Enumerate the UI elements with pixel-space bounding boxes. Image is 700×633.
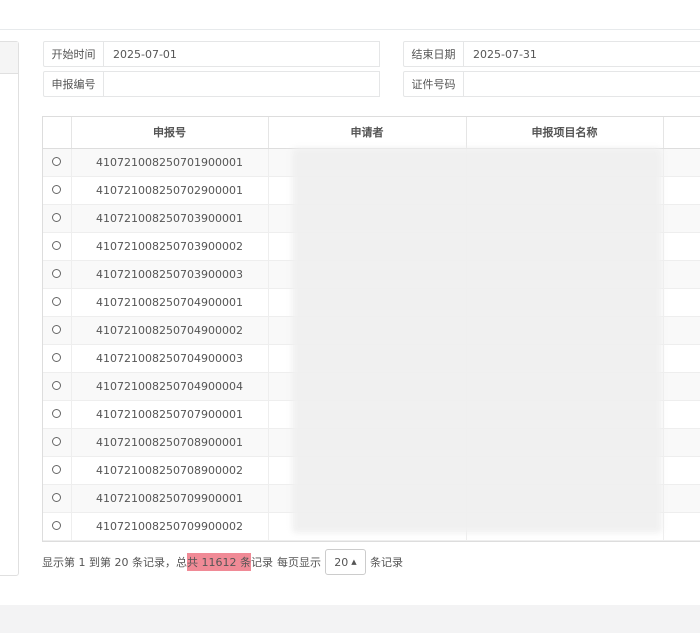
row-code: 410721008250703900003 <box>71 260 269 289</box>
left-side-panel <box>0 41 19 576</box>
row-code: 410721008250701900001 <box>71 148 269 177</box>
row-code: 410721008250704900001 <box>71 288 269 317</box>
end-date-input[interactable]: 2025-07-31 <box>464 41 700 67</box>
certificate-number-group: 证件号码 <box>403 71 700 97</box>
start-date-input[interactable]: 2025-07-01 <box>104 41 380 67</box>
pagination-total-highlight: 共 11612 条 <box>186 553 251 571</box>
row-radio[interactable] <box>52 240 62 250</box>
row-code: 410721008250709900001 <box>71 484 269 513</box>
row-radio[interactable] <box>52 296 62 306</box>
row-radio[interactable] <box>52 156 62 166</box>
end-date-group: 结束日期 2025-07-31 <box>403 41 700 67</box>
row-radio[interactable] <box>52 268 62 278</box>
row-code: 410721008250703900001 <box>71 204 269 233</box>
column-header-code[interactable]: 申报号 <box>71 117 269 149</box>
page-size-dropdown[interactable]: 20 ▲ <box>324 549 366 575</box>
row-radio[interactable] <box>52 492 62 502</box>
row-radio[interactable] <box>52 436 62 446</box>
start-date-group: 开始时间 2025-07-01 <box>43 41 380 67</box>
left-panel-header <box>0 42 18 74</box>
row-code: 410721008250704900003 <box>71 344 269 373</box>
row-code: 410721008250704900004 <box>71 372 269 401</box>
row-radio[interactable] <box>52 352 62 362</box>
row-radio[interactable] <box>52 464 62 474</box>
declaration-code-label: 申报编号 <box>43 71 104 97</box>
row-radio[interactable] <box>52 212 62 222</box>
records-label: 条记录 <box>369 556 403 569</box>
certificate-number-input[interactable] <box>464 71 700 97</box>
caret-up-icon: ▲ <box>351 558 357 566</box>
redacted-content-overlay <box>292 148 662 533</box>
end-date-label: 结束日期 <box>403 41 464 67</box>
footer-bar <box>0 605 700 633</box>
per-page-label: 每页显示 <box>276 556 321 569</box>
pagination-suffix: 记录 <box>250 556 273 569</box>
row-code: 410721008250709900002 <box>71 512 269 541</box>
pagination-prefix: 显示第 1 到第 20 条记录，总 <box>42 556 187 569</box>
row-radio[interactable] <box>52 520 62 530</box>
column-header-applicant[interactable]: 申请者 <box>268 117 467 149</box>
row-code: 410721008250708900002 <box>71 456 269 485</box>
row-radio[interactable] <box>52 380 62 390</box>
select-column-header <box>43 117 72 149</box>
certificate-number-label: 证件号码 <box>403 71 464 97</box>
table-header-row: 申报号 申请者 申报项目名称 <box>43 117 700 149</box>
row-radio[interactable] <box>52 184 62 194</box>
row-code: 410721008250708900001 <box>71 428 269 457</box>
row-radio[interactable] <box>52 324 62 334</box>
row-radio[interactable] <box>52 408 62 418</box>
row-code: 410721008250707900001 <box>71 400 269 429</box>
pagination-bar: 显示第 1 到第 20 条记录，总 共 11612 条 记录 每页显示 20 ▲… <box>42 549 403 575</box>
row-code: 410721008250704900002 <box>71 316 269 345</box>
column-header-extra <box>663 117 700 149</box>
page-size-value: 20 <box>334 555 349 569</box>
start-date-label: 开始时间 <box>43 41 104 67</box>
column-header-project-name[interactable]: 申报项目名称 <box>466 117 664 149</box>
top-bar <box>0 0 700 30</box>
row-code: 410721008250702900001 <box>71 176 269 205</box>
declaration-code-input[interactable] <box>104 71 380 97</box>
declaration-code-group: 申报编号 <box>43 71 380 97</box>
row-code: 410721008250703900002 <box>71 232 269 261</box>
